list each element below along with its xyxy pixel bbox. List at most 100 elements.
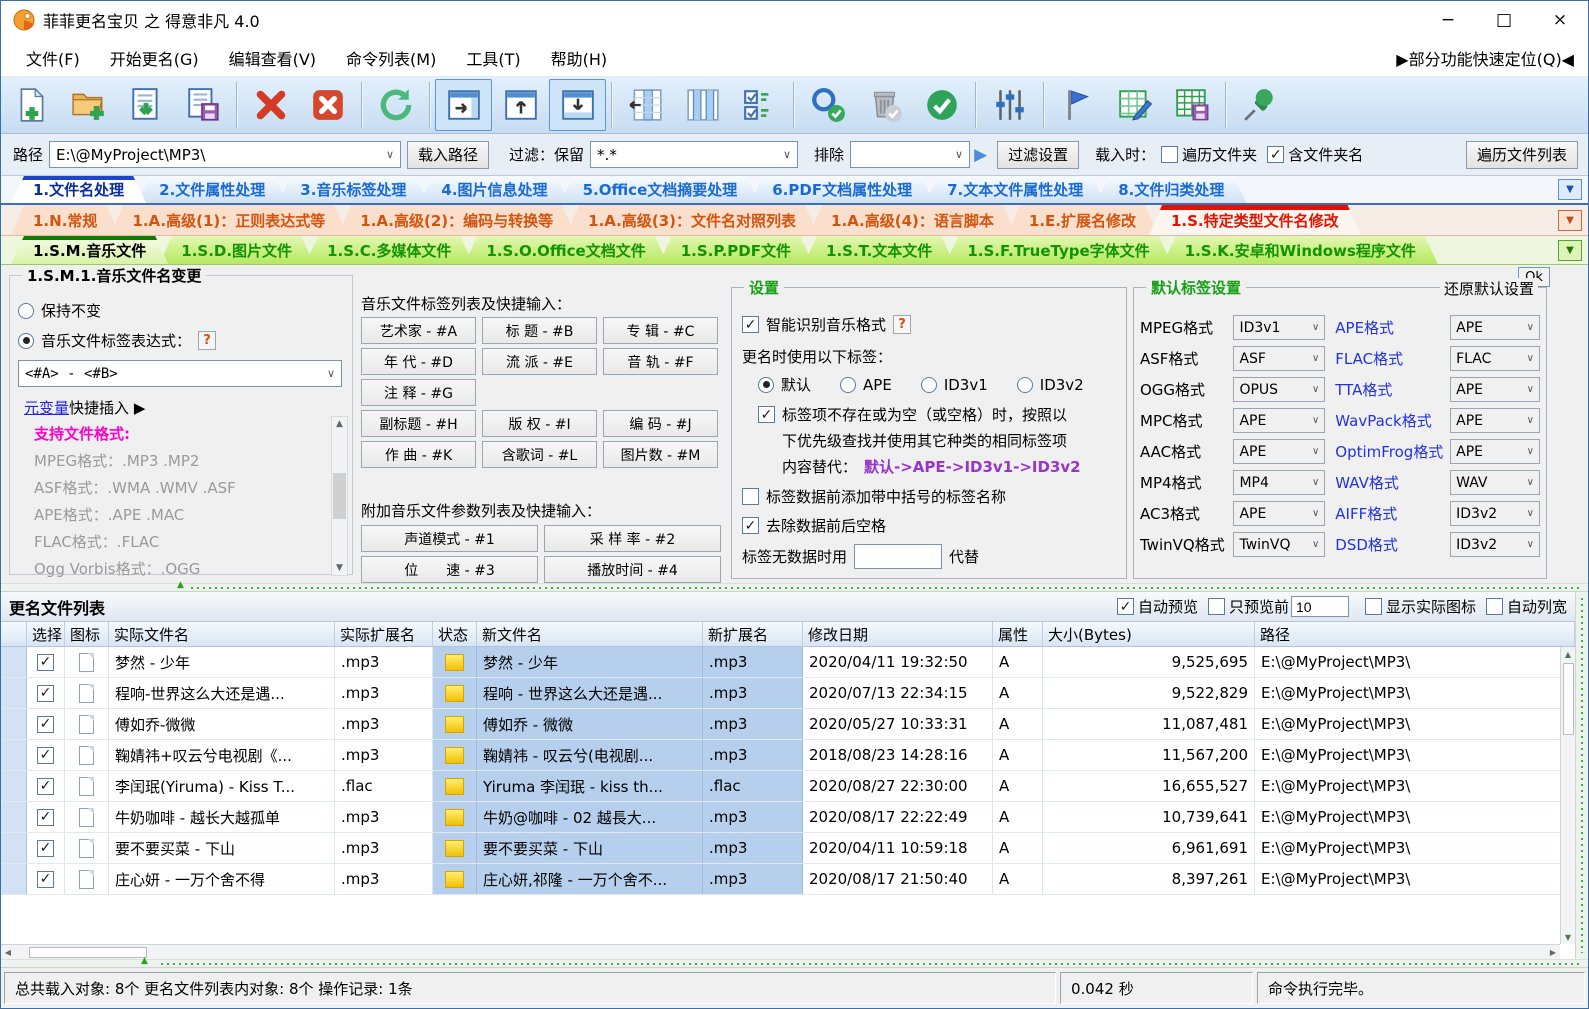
bracket-checkbox[interactable] <box>742 488 759 505</box>
radio-icon[interactable] <box>758 377 774 393</box>
path-combo[interactable]: E:\@MyProject\MP3\∨ <box>49 141 401 168</box>
format-select-3-right[interactable]: APE∨ <box>1450 408 1540 433</box>
clear-all-button[interactable] <box>299 79 356 131</box>
collapse-icon[interactable]: ▲ <box>141 957 148 966</box>
format-select-6-right[interactable]: ID3v2∨ <box>1450 501 1540 526</box>
tag-button-0-0[interactable]: 艺术家 - #A <box>361 317 476 344</box>
tab-level3-5[interactable]: 1.S.T.文本文件 <box>804 236 954 264</box>
tab-level1-7[interactable]: 8.文件归类处理 <box>1096 176 1246 203</box>
tab-overflow-level3[interactable]: ▼ <box>1558 240 1582 261</box>
format-select-7-left[interactable]: TwinVQ∨ <box>1233 532 1325 557</box>
panel-up-button[interactable] <box>492 79 549 131</box>
column-header-10[interactable]: 路径 <box>1255 622 1575 646</box>
tab-overflow-level2[interactable]: ▼ <box>1558 210 1582 231</box>
show-icons-checkbox[interactable] <box>1365 598 1382 615</box>
tab-level3-4[interactable]: 1.S.P.PDF文件 <box>659 236 813 264</box>
tag-button-2-0[interactable]: 注 释 - #G <box>361 379 476 406</box>
column-header-2[interactable]: 实际文件名 <box>109 622 335 646</box>
empty-replace-input[interactable] <box>854 544 942 569</box>
tag-source-option-2[interactable]: ID3v1 <box>921 376 988 394</box>
scroll-up-icon[interactable]: ▲ <box>336 419 343 429</box>
column-header-8[interactable]: 属性 <box>993 622 1043 646</box>
table-row-4[interactable]: 李闰珉(Yiruma) - Kiss T....flacYiruma 李闰珉 -… <box>1 771 1575 802</box>
tag-button-0-1[interactable]: 标 题 - #B <box>482 317 597 344</box>
row-selector[interactable] <box>1 771 27 801</box>
column-header-7[interactable]: 修改日期 <box>803 622 993 646</box>
horizontal-splitter-bottom[interactable]: ▲ <box>1 959 1588 968</box>
tab-level1-2[interactable]: 3.音乐标签处理 <box>278 176 428 203</box>
traverse-list-button[interactable]: 遍历文件列表 <box>1466 141 1578 169</box>
tag-button-1-0[interactable]: 年 代 - #D <box>361 348 476 375</box>
table-row-6[interactable]: 要不要买菜 - 下山.mp3要不要买菜 - 下山.mp32020/04/11 1… <box>1 833 1575 864</box>
table-vertical-scrollbar[interactable]: ▲▼ <box>1560 647 1575 944</box>
check-list-button[interactable] <box>731 79 788 131</box>
load-path-button[interactable]: 载入路径 <box>407 141 489 169</box>
format-select-4-left[interactable]: APE∨ <box>1233 439 1325 464</box>
new-file-button[interactable] <box>3 79 60 131</box>
formats-scrollbar[interactable]: ▲▼ <box>331 416 348 576</box>
adjust-sliders-button[interactable] <box>981 79 1038 131</box>
tab-level1-3[interactable]: 4.图片信息处理 <box>419 176 569 203</box>
format-select-0-left[interactable]: ID3v1∨ <box>1233 315 1325 340</box>
scroll-thumb[interactable] <box>1563 663 1574 735</box>
columns-button[interactable] <box>674 79 731 131</box>
param-button-0-1[interactable]: 采 样 率 - #2 <box>544 525 721 552</box>
table-row-2[interactable]: 傅如乔-微微.mp3傅如乔 - 微微.mp32020/05/27 10:33:3… <box>1 709 1575 740</box>
radio-icon[interactable] <box>921 377 937 393</box>
collapse-icon[interactable]: ▲ <box>177 581 184 590</box>
format-select-5-right[interactable]: WAV∨ <box>1450 470 1540 495</box>
tab-level1-5[interactable]: 6.PDF文档属性处理 <box>750 176 934 203</box>
tab-level3-6[interactable]: 1.S.F.TrueType字体文件 <box>945 236 1171 264</box>
tab-level1-6[interactable]: 7.文本文件属性处理 <box>925 176 1105 203</box>
format-select-1-right[interactable]: FLAC∨ <box>1450 346 1540 371</box>
scroll-up-icon[interactable]: ▲ <box>1565 647 1571 661</box>
menu-item-4[interactable]: 工具(T) <box>451 46 535 70</box>
column-header-6[interactable]: 新扩展名 <box>703 622 803 646</box>
tag-button-3-2[interactable]: 编 码 - #J <box>603 410 718 437</box>
vertical-splitter-right[interactable] <box>1575 592 1588 959</box>
close-button[interactable]: × <box>1532 3 1588 37</box>
refresh-button[interactable] <box>367 79 424 131</box>
table-row-7[interactable]: 庄心妍 - 一万个舍不得.mp3庄心妍,祁隆 - 一万个舍不....mp3202… <box>1 864 1575 895</box>
auto-width-checkbox[interactable] <box>1486 598 1503 615</box>
tab-level2-4[interactable]: 1.A.高级(4)：语言脚本 <box>809 205 1016 235</box>
row-checkbox[interactable] <box>37 871 54 888</box>
row-checkbox[interactable] <box>37 685 54 702</box>
smart-detect-checkbox[interactable] <box>742 316 759 333</box>
row-selector[interactable] <box>1 833 27 863</box>
expression-combo[interactable]: <#A> - <#B>∨ <box>18 360 342 387</box>
filter-combo[interactable]: *.*∨ <box>590 141 798 168</box>
row-selector[interactable] <box>1 709 27 739</box>
tab-level1-4[interactable]: 5.Office文档摘要处理 <box>561 176 760 203</box>
tag-button-1-2[interactable]: 音 轨 - #F <box>603 348 718 375</box>
save-table-button[interactable] <box>1163 79 1220 131</box>
tag-button-0-2[interactable]: 专 辑 - #C <box>603 317 718 344</box>
menu-item-1[interactable]: 开始更名(G) <box>95 46 214 70</box>
row-checkbox[interactable] <box>37 716 54 733</box>
tab-level3-3[interactable]: 1.S.O.Office文档文件 <box>464 236 667 264</box>
tag-expression-option[interactable]: 音乐文件标签表达式： ? <box>18 330 216 351</box>
load-list-button[interactable] <box>117 79 174 131</box>
column-header-5[interactable]: 新文件名 <box>477 622 703 646</box>
row-selector[interactable] <box>1 740 27 770</box>
tab-level3-0[interactable]: 1.S.M.音乐文件 <box>11 236 168 264</box>
row-selector[interactable] <box>1 678 27 708</box>
format-select-1-left[interactable]: ASF∨ <box>1233 346 1325 371</box>
tab-level2-2[interactable]: 1.A.高级(2)：编码与转换等 <box>338 205 575 235</box>
traverse-folders-checkbox[interactable] <box>1161 146 1178 163</box>
radio-icon[interactable] <box>1017 377 1033 393</box>
tag-button-4-1[interactable]: 含歌词 - #L <box>482 441 597 468</box>
fallback-checkbox[interactable] <box>758 406 775 423</box>
pin-button[interactable] <box>1231 79 1288 131</box>
run-filter-icon[interactable]: ▶ <box>974 145 987 165</box>
table-row-3[interactable]: 鞠婧祎+叹云兮电视剧《....mp3鞠婧祎 - 叹云兮(电视剧....mp320… <box>1 740 1575 771</box>
row-selector[interactable] <box>1 864 27 894</box>
help-icon[interactable]: ? <box>198 331 216 350</box>
tab-level2-0[interactable]: 1.N.常规 <box>11 205 119 235</box>
restore-defaults-link[interactable]: 还原默认设置 <box>1440 278 1538 299</box>
horizontal-splitter-top[interactable]: ▲ <box>1 583 1588 592</box>
preview-first-checkbox[interactable] <box>1208 598 1225 615</box>
format-select-5-left[interactable]: MP4∨ <box>1233 470 1325 495</box>
row-checkbox[interactable] <box>37 747 54 764</box>
exclude-combo[interactable]: ∨ <box>850 141 970 168</box>
